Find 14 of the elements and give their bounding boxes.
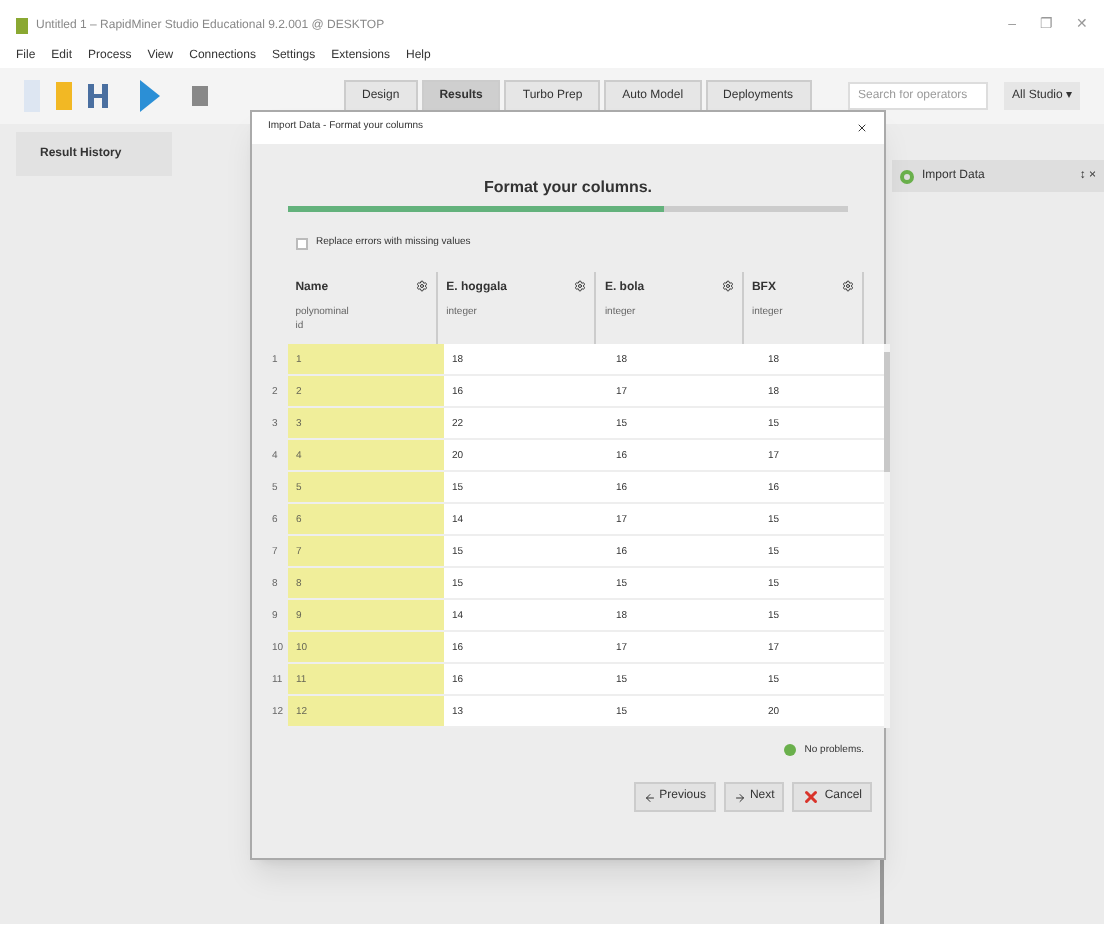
close-button[interactable]: [856, 122, 868, 134]
arrow-left-icon: [643, 791, 656, 803]
gear-icon[interactable]: [416, 279, 429, 291]
gear-icon[interactable]: [721, 279, 734, 291]
cancel-icon: [802, 788, 821, 806]
app-icon: [16, 18, 28, 34]
save-icon[interactable]: [88, 84, 108, 108]
arrow-right-icon: [733, 791, 746, 803]
checkbox[interactable]: [296, 237, 308, 250]
check-icon: [784, 744, 797, 757]
gear-icon[interactable]: [841, 279, 854, 291]
import-icon: [900, 169, 914, 183]
gear-icon[interactable]: [574, 279, 587, 291]
dialog-heading: Format your columns.: [481, 176, 654, 200]
